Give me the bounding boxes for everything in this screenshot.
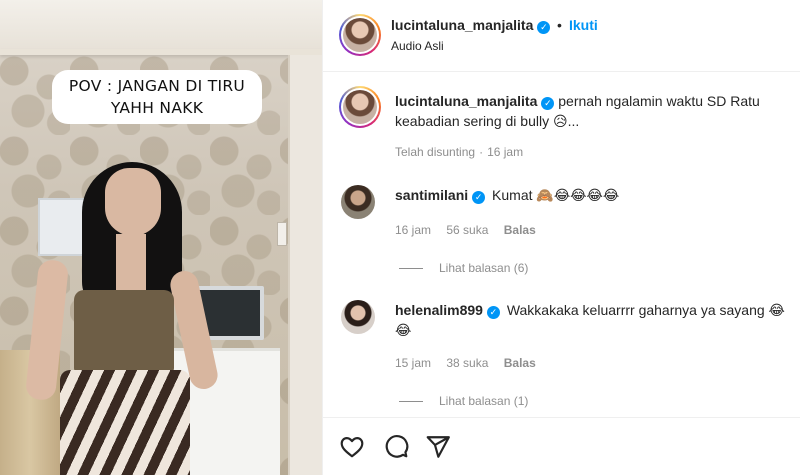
view-replies-button[interactable]: Lihat balasan (6) xyxy=(399,261,528,275)
caption: lucintaluna_manjalita ✓ pernah ngalamin w… xyxy=(395,91,785,131)
caption-username[interactable]: lucintaluna_manjalita xyxy=(395,93,537,109)
comment-meta: 16 jam 56 suka Balas xyxy=(395,223,548,237)
comment-time: 16 jam xyxy=(395,223,432,237)
comment: helenalim899 ✓ Wakkakaka keluarrrr gaharn… xyxy=(395,300,795,340)
meta-separator: · xyxy=(479,145,484,159)
reply-button[interactable]: Balas xyxy=(504,223,536,237)
reply-button[interactable]: Balas xyxy=(504,356,536,370)
comment-time: 15 jam xyxy=(395,356,432,370)
comment-text: Kumat 🙈😂😂😂😂 xyxy=(492,187,620,203)
patterned-pants xyxy=(60,370,190,475)
dancing-person xyxy=(24,150,240,475)
neck xyxy=(116,234,146,294)
verified-badge-icon: ✓ xyxy=(537,21,551,34)
comment: santimilani ✓ Kumat 🙈😂😂😂😂 xyxy=(395,185,785,205)
verified-badge-icon: ✓ xyxy=(541,97,555,110)
post-header: lucintaluna_manjalita ✓ • Ikuti Audio Asl… xyxy=(323,0,800,72)
comment-avatar[interactable] xyxy=(341,300,375,334)
comment-username[interactable]: santimilani xyxy=(395,187,468,203)
replies-line xyxy=(399,268,423,270)
light-switch xyxy=(277,222,287,246)
author-username-text[interactable]: lucintaluna_manjalita xyxy=(391,17,533,33)
view-replies-label[interactable]: Lihat balasan (6) xyxy=(439,261,528,275)
replies-line xyxy=(399,401,423,403)
verified-badge-icon: ✓ xyxy=(472,191,486,204)
comment-likes[interactable]: 38 suka xyxy=(446,356,488,370)
verified-badge-icon: ✓ xyxy=(486,306,500,319)
follow-button[interactable]: Ikuti xyxy=(569,17,598,33)
comment-username[interactable]: helenalim899 xyxy=(395,302,483,318)
caption-author-avatar[interactable] xyxy=(339,86,381,128)
reel-video[interactable]: POV : JANGAN DI TIRU YAHH NAKK xyxy=(0,0,322,475)
separator-dot: • xyxy=(557,17,562,33)
avatar-photo xyxy=(343,18,377,52)
comment-icon[interactable] xyxy=(383,434,409,460)
tank-top xyxy=(74,290,174,374)
author-username[interactable]: lucintaluna_manjalita ✓ xyxy=(391,17,551,34)
comment-meta: 15 jam 38 suka Balas xyxy=(395,356,548,370)
door xyxy=(288,55,322,475)
edited-label: Telah disunting xyxy=(395,145,476,159)
comment-avatar[interactable] xyxy=(341,185,375,219)
view-replies-label[interactable]: Lihat balasan (1) xyxy=(439,394,528,408)
comment-likes[interactable]: 56 suka xyxy=(446,223,488,237)
audio-link[interactable]: Audio Asli xyxy=(391,39,444,53)
heart-icon[interactable] xyxy=(339,434,365,460)
face xyxy=(105,168,161,236)
caption-time: 16 jam xyxy=(487,145,524,159)
caption-meta: Telah disunting · 16 jam xyxy=(395,145,535,159)
video-overlay-text: POV : JANGAN DI TIRU YAHH NAKK xyxy=(52,70,262,124)
avatar-photo xyxy=(343,90,377,124)
post-side-panel: lucintaluna_manjalita ✓ • Ikuti Audio Asl… xyxy=(322,0,800,475)
view-replies-button[interactable]: Lihat balasan (1) xyxy=(399,394,528,408)
author-avatar[interactable] xyxy=(339,14,381,56)
paper-plane-icon[interactable] xyxy=(425,434,451,460)
ceiling xyxy=(0,0,322,55)
action-bar xyxy=(323,417,800,475)
